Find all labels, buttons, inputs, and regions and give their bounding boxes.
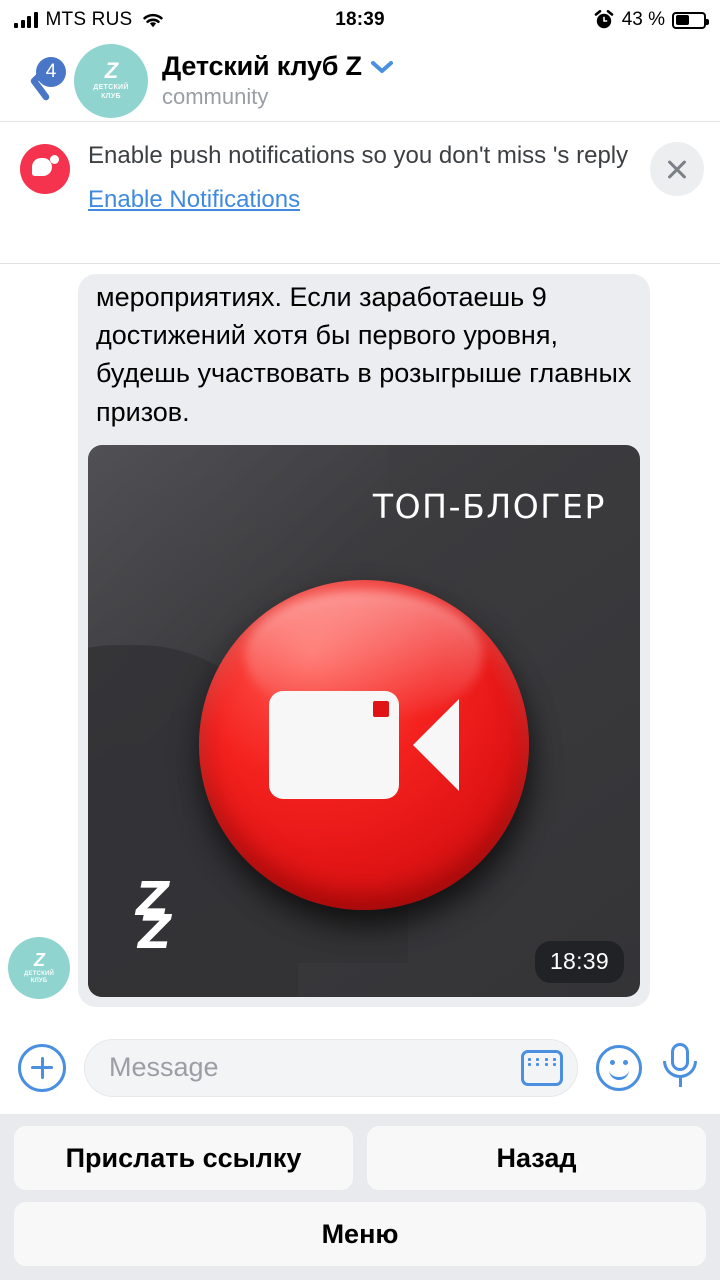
keyboard-icon[interactable] [521,1049,563,1086]
avatar-caption: ДЕТСКИЙ КЛУБ [93,84,129,100]
bot-keyboard-row-2: Меню [14,1202,706,1266]
message-avatar-caption: ДЕТСКИЙ КЛУБ [24,971,54,984]
header-subtitle: community [162,84,269,109]
bot-button-menu[interactable]: Меню [14,1202,706,1266]
message-timestamp: 18:39 [534,941,624,983]
attachment-image[interactable]: ТОП-БЛОГЕР Z Z 18:39 [88,445,640,997]
push-notification-banner: Enable push notifications so you don't m… [0,122,720,264]
message-bubble[interactable]: мероприятиях. Если заработаешь 9 достиже… [78,273,650,1007]
message-input-bar: Message [0,1021,720,1114]
close-icon[interactable] [650,142,704,196]
status-bar-clock: 18:39 [335,9,385,30]
page-title: Детский клуб Z [162,51,362,81]
banner-text-block: Enable push notifications so you don't m… [70,140,650,214]
chevron-down-icon[interactable] [370,60,393,74]
brand-watermark: Z Z [136,871,171,959]
chat-header: 4 Z ДЕТСКИЙ КЛУБ Детский клуб Z communit… [0,40,720,122]
video-camera-icon [269,691,459,799]
status-bar: MTS RUS 18:39 43 % [0,0,720,40]
bot-button-back[interactable]: Назад [367,1126,706,1190]
message-input-field[interactable]: Message [84,1038,578,1097]
message-row: Z ДЕТСКИЙ КЛУБ мероприятиях. Если зарабо… [8,273,706,1021]
plus-circle-icon[interactable] [18,1043,66,1092]
bot-keyboard-panel: Прислать ссылку Назад Меню [0,1114,720,1280]
battery-icon [672,11,709,29]
enable-notifications-link[interactable]: Enable Notifications [88,186,300,214]
avatar[interactable]: Z ДЕТСКИЙ КЛУБ [74,43,148,118]
microphone-icon[interactable] [660,1042,700,1093]
unread-badge: 4 [36,56,66,87]
back-button[interactable]: 4 [10,53,74,109]
red-button [199,580,529,910]
banner-message: Enable push notifications so you don't m… [88,142,629,169]
chat-scroll-area[interactable]: Z ДЕТСКИЙ КЛУБ мероприятиях. Если зарабо… [0,264,720,1021]
record-button-graphic [199,580,529,922]
header-text-block[interactable]: Детский клуб Z community [162,51,393,110]
phone-screen: MTS RUS 18:39 43 % 4 Z ДЕТСКИЙ КЛУБ Детс… [0,0,720,1280]
message-text: мероприятиях. Если заработаешь 9 достиже… [96,281,632,427]
avatar-mark: Z [104,58,118,84]
message-avatar[interactable]: Z ДЕТСКИЙ КЛУБ [8,937,70,999]
notification-bubble-icon [20,144,70,194]
attachment-title: ТОП-БЛОГЕР [372,487,606,526]
smiley-icon[interactable] [596,1044,642,1091]
bot-keyboard-row-1: Прислать ссылку Назад [14,1126,706,1190]
bot-button-send-link[interactable]: Прислать ссылку [14,1126,353,1190]
message-input-placeholder: Message [109,1052,219,1082]
message-avatar-mark: Z [34,950,45,971]
